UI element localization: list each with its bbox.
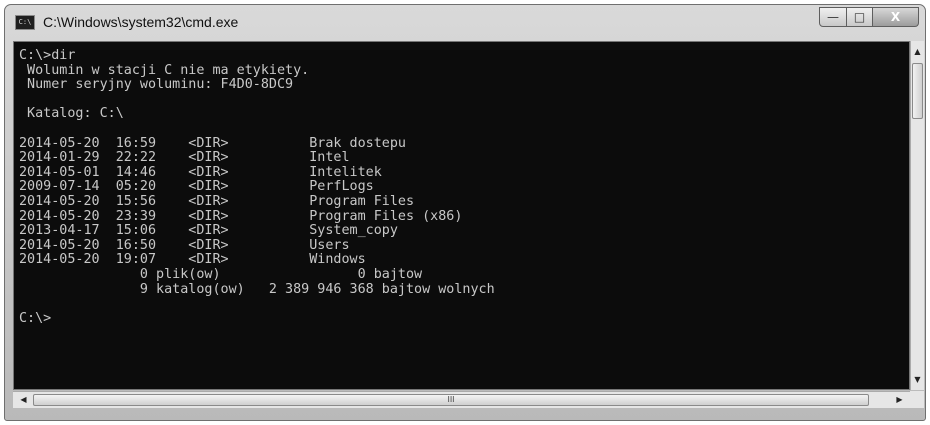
console-line: 2014-05-20 19:07 <DIR> Windows <box>19 252 366 268</box>
console-output[interactable]: C:\>dir Wolumin w stacji C nie ma etykie… <box>13 41 910 390</box>
horizontal-scrollbar[interactable]: ◀ III ▶ <box>13 391 910 408</box>
resize-grip-icon[interactable] <box>910 391 924 408</box>
console-line: 0 plik(ow) 0 bajtow <box>19 266 423 282</box>
minimize-button[interactable]: — <box>819 7 847 27</box>
console-prompt[interactable]: C:\> <box>19 311 909 327</box>
console-line: 2014-05-20 15:56 <DIR> Program Files <box>19 193 415 209</box>
console-line: 2009-07-14 05:20 <DIR> PerfLogs <box>19 179 374 195</box>
scroll-left-icon[interactable]: ◀ <box>15 392 32 408</box>
cmd-window: C:\ C:\Windows\system32\cmd.exe — □ X C:… <box>4 4 926 421</box>
maximize-button[interactable]: □ <box>847 7 873 27</box>
console-line: 2013-04-17 15:06 <DIR> System_copy <box>19 223 398 239</box>
scroll-right-icon[interactable]: ▶ <box>891 392 908 408</box>
horizontal-scroll-thumb[interactable]: III <box>33 394 869 406</box>
console-line: 2014-05-01 14:46 <DIR> Intelitek <box>19 164 382 180</box>
title-bar[interactable]: C:\ C:\Windows\system32\cmd.exe — □ X <box>5 5 925 41</box>
close-button[interactable]: X <box>873 7 919 27</box>
scroll-up-icon[interactable]: ▲ <box>911 43 924 60</box>
console-line: Wolumin w stacji C nie ma etykiety. <box>19 62 310 78</box>
console-text: C:\>dir Wolumin w stacji C nie ma etykie… <box>14 42 909 326</box>
window-title: C:\Windows\system32\cmd.exe <box>43 14 239 30</box>
vertical-scroll-thumb[interactable] <box>912 63 923 119</box>
console-line: 2014-05-20 16:50 <DIR> Users <box>19 237 350 253</box>
console-line: 2014-01-29 22:22 <DIR> Intel <box>19 150 350 166</box>
window-controls: — □ X <box>819 7 919 29</box>
console-line: Katalog: C:\ <box>19 106 124 122</box>
scroll-down-icon[interactable]: ▼ <box>911 371 924 388</box>
console-line: 9 katalog(ow) 2 389 946 368 bajtow wolny… <box>19 281 495 297</box>
cmd-app-icon[interactable]: C:\ <box>15 15 35 30</box>
console-line: 2014-05-20 16:59 <DIR> Brak dostepu <box>19 135 406 151</box>
vertical-scrollbar[interactable]: ▲ ▼ <box>910 41 924 390</box>
console-line: C:\>dir <box>19 48 76 63</box>
console-line: Numer seryjny woluminu: F4D0-8DC9 <box>19 77 294 93</box>
console-line: 2014-05-20 23:39 <DIR> Program Files (x8… <box>19 208 463 224</box>
